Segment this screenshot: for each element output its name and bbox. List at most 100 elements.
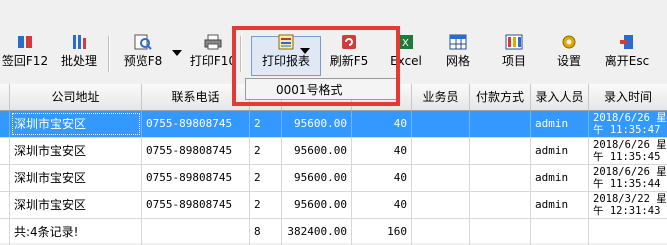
cell-entry-time[interactable]: 2018/6/26 星 午 11:35:47	[589, 111, 667, 137]
entry-time-clock: 午 11:35:44	[593, 178, 661, 190]
column-header-entered-by[interactable]: 录入人员	[531, 84, 589, 110]
records-table: 公司地址 联系电话 业务员 付款方式 录入人员 录入时间 深圳市宝安区 0755…	[0, 84, 667, 245]
summary-count-total: 160	[352, 219, 412, 245]
cell-payment-method[interactable]	[470, 111, 531, 137]
cell-address[interactable]: 深圳市宝安区	[10, 111, 142, 137]
excel-icon: X	[397, 34, 415, 50]
print-label: 打印F10	[189, 54, 237, 68]
table-row[interactable]: 深圳市宝安区 0755-89808745 2 95600.00 40 admin…	[0, 192, 667, 219]
row-indicator-header	[0, 84, 10, 110]
cell-qty[interactable]: 2	[250, 192, 282, 218]
row-indicator	[0, 111, 10, 137]
sign-back-label: 签回F12	[1, 54, 49, 68]
row-indicator	[0, 192, 10, 218]
table-row[interactable]: 深圳市宝安区 0755-89808745 2 95600.00 40 admin…	[0, 165, 667, 192]
cell-phone[interactable]: 0755-89808745	[142, 138, 250, 164]
grid-icon	[449, 34, 467, 50]
cell-address[interactable]: 深圳市宝安区	[10, 165, 142, 191]
summary-amount-total: 382400.00	[282, 219, 352, 245]
cell-address[interactable]: 深圳市宝安区	[10, 138, 142, 164]
excel-export-button[interactable]: X Excel	[386, 34, 426, 74]
preview-label: 预览F8	[123, 54, 163, 68]
toolbar-separator	[108, 36, 110, 72]
cell-amount[interactable]: 95600.00	[282, 165, 352, 191]
cell-salesperson[interactable]	[412, 192, 470, 218]
summary-record-count: 共:4条记录!	[10, 219, 142, 245]
entry-time-clock: 午 12:31:43	[593, 205, 661, 217]
batch-process-button[interactable]: 批处理	[57, 34, 101, 74]
preview-button[interactable]: 预览F8	[118, 34, 168, 74]
row-indicator	[0, 138, 10, 164]
grid-button[interactable]: 网格	[440, 34, 476, 74]
cell-address[interactable]: 深圳市宝安区	[10, 192, 142, 218]
settings-button[interactable]: 设置	[551, 34, 587, 74]
summary-empty	[412, 219, 470, 245]
cell-count[interactable]: 40	[352, 111, 412, 137]
cell-payment-method[interactable]	[470, 138, 531, 164]
cell-amount[interactable]: 95600.00	[282, 111, 352, 137]
cell-phone[interactable]: 0755-89808745	[142, 192, 250, 218]
cell-qty[interactable]: 2	[250, 111, 282, 137]
print-button[interactable]: 打印F10	[189, 34, 237, 74]
row-indicator	[0, 165, 10, 191]
print-format-option[interactable]: 0001号格式	[276, 81, 343, 98]
refresh-button[interactable]: 刷新F5	[324, 34, 374, 74]
print-report-dropdown-arrow-icon[interactable]	[300, 48, 310, 54]
excel-label: Excel	[390, 54, 422, 68]
entry-time-clock: 午 11:35:45	[593, 151, 661, 163]
printer-icon	[204, 34, 222, 50]
column-header-payment-method[interactable]: 付款方式	[470, 84, 531, 110]
cell-entry-time[interactable]: 2018/6/26 星 午 11:35:44	[589, 165, 667, 191]
cell-count[interactable]: 40	[352, 165, 412, 191]
summary-empty	[142, 219, 250, 245]
cell-qty[interactable]: 2	[250, 138, 282, 164]
entry-time-date: 2018/6/26 星	[593, 112, 667, 124]
column-header-address[interactable]: 公司地址	[10, 84, 142, 110]
print-report-label: 打印报表	[261, 54, 310, 68]
print-format-dropdown-menu: 0001号格式	[245, 78, 397, 100]
row-indicator	[0, 219, 10, 245]
exit-icon	[618, 34, 636, 50]
cell-salesperson[interactable]	[412, 138, 470, 164]
cell-payment-method[interactable]	[470, 165, 531, 191]
cell-entry-time[interactable]: 2018/3/22 星 午 12:31:43	[589, 192, 667, 218]
preview-dropdown-arrow-icon[interactable]	[172, 50, 182, 56]
entry-time-clock: 午 11:35:47	[593, 124, 661, 136]
refresh-label: 刷新F5	[329, 54, 369, 68]
column-header-phone[interactable]: 联系电话	[142, 84, 250, 110]
cell-amount[interactable]: 95600.00	[282, 138, 352, 164]
column-header-entry-time[interactable]: 录入时间	[589, 84, 667, 110]
project-icon	[505, 34, 523, 50]
cell-qty[interactable]: 2	[250, 165, 282, 191]
cell-salesperson[interactable]	[412, 165, 470, 191]
cell-count[interactable]: 40	[352, 138, 412, 164]
summary-empty	[531, 219, 589, 245]
project-button[interactable]: 项目	[496, 34, 532, 74]
table-row[interactable]: 深圳市宝安区 0755-89808745 2 95600.00 40 admin…	[0, 138, 667, 165]
toolbar-separator	[240, 36, 242, 72]
sign-back-button[interactable]: 签回F12	[0, 34, 50, 74]
entry-time-date: 2018/6/26 星	[593, 139, 667, 151]
cell-salesperson[interactable]	[412, 111, 470, 137]
summary-empty	[470, 219, 531, 245]
exit-button[interactable]: 离开Esc	[602, 34, 652, 74]
sign-back-icon	[16, 34, 34, 50]
preview-icon	[134, 34, 152, 50]
cell-entry-time[interactable]: 2018/6/26 星 午 11:35:45	[589, 138, 667, 164]
cell-payment-method[interactable]	[470, 192, 531, 218]
cell-phone[interactable]: 0755-89808745	[142, 165, 250, 191]
cell-phone[interactable]: 0755-89808745	[142, 111, 250, 137]
cell-entered-by[interactable]: admin	[531, 192, 589, 218]
print-report-button[interactable]: 打印报表	[251, 34, 321, 74]
cell-count[interactable]: 40	[352, 192, 412, 218]
cell-entered-by[interactable]: admin	[531, 138, 589, 164]
cell-entered-by[interactable]: admin	[531, 111, 589, 137]
cell-entered-by[interactable]: admin	[531, 165, 589, 191]
cell-amount[interactable]: 95600.00	[282, 192, 352, 218]
svg-text:X: X	[402, 38, 409, 49]
grid-label: 网格	[445, 54, 470, 68]
entry-time-date: 2018/6/26 星	[593, 166, 667, 178]
column-header-salesperson[interactable]: 业务员	[412, 84, 470, 110]
table-summary-row: 共:4条记录! 8 382400.00 160	[0, 219, 667, 245]
table-row[interactable]: 深圳市宝安区 0755-89808745 2 95600.00 40 admin…	[0, 111, 667, 138]
